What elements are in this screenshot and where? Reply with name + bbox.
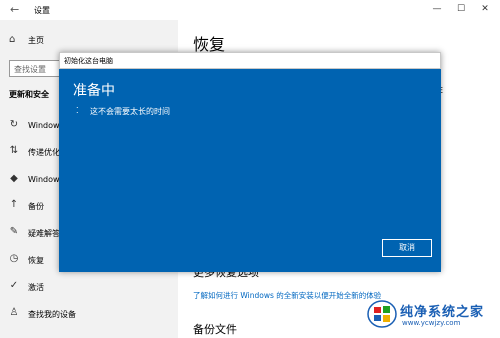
dialog-title: 初始化这台电脑 (64, 57, 113, 65)
sidebar-item-label: 查找我的设备 (28, 310, 76, 319)
sidebar-item-label: 激活 (28, 283, 44, 292)
backup-files-heading: 备份文件 (193, 323, 237, 336)
section-title: 更新和安全 (9, 90, 49, 99)
spinner-icon: ⁚ (76, 106, 79, 115)
wrench-icon: ✎ (9, 226, 19, 237)
window-title: 设置 (34, 6, 50, 15)
watermark-url: www.ycwjzy.com (402, 319, 461, 327)
sidebar-home-label: 主页 (28, 36, 44, 45)
dialog-title-bar: 初始化这台电脑 (59, 52, 441, 69)
cancel-button[interactable]: 取消 (382, 239, 432, 257)
dialog-message: 这不会需要太长的时间 (90, 107, 170, 116)
sidebar-home[interactable]: ⌂ 主页 (0, 33, 178, 51)
clean-install-link[interactable]: 了解如何进行 Windows 的全新安装以便开始全新的体验 (193, 290, 381, 301)
delivery-icon: ⇅ (9, 145, 19, 156)
home-icon: ⌂ (9, 34, 16, 45)
title-bar: ← 设置 — ☐ ✕ (0, 0, 500, 20)
sidebar-item-label: 恢复 (28, 256, 44, 265)
reset-pc-dialog: 初始化这台电脑 准备中 ⁚ 这不会需要太长的时间 取消 (59, 52, 441, 272)
sync-icon: ↻ (9, 119, 19, 130)
watermark-brand: 纯净系统之家 (400, 305, 485, 320)
sidebar-item-label: 传递优化 (28, 148, 60, 157)
person-icon: ♙ (9, 307, 19, 318)
backup-icon: ↑ (9, 199, 19, 210)
recovery-icon: ◷ (9, 253, 19, 264)
search-placeholder: 查找设置 (14, 65, 46, 74)
sidebar-item-label: 疑难解答 (28, 229, 60, 238)
dialog-heading: 准备中 (73, 83, 115, 99)
watermark: 纯净系统之家 www.ycwjzy.com (360, 298, 500, 338)
sidebar-item-activation[interactable]: ✓ 激活 (0, 279, 178, 297)
check-circle-icon: ✓ (9, 280, 19, 291)
minimize-button[interactable]: — (428, 2, 446, 16)
sidebar-item-find-my-device[interactable]: ♙ 查找我的设备 (0, 306, 178, 324)
shield-icon: ◆ (10, 173, 18, 184)
back-arrow-icon[interactable]: ← (10, 3, 19, 16)
maximize-button[interactable]: ☐ (452, 2, 470, 16)
sidebar-item-label: 备份 (28, 202, 44, 211)
windows-logo-icon (367, 300, 397, 328)
close-button[interactable]: ✕ (476, 2, 494, 16)
